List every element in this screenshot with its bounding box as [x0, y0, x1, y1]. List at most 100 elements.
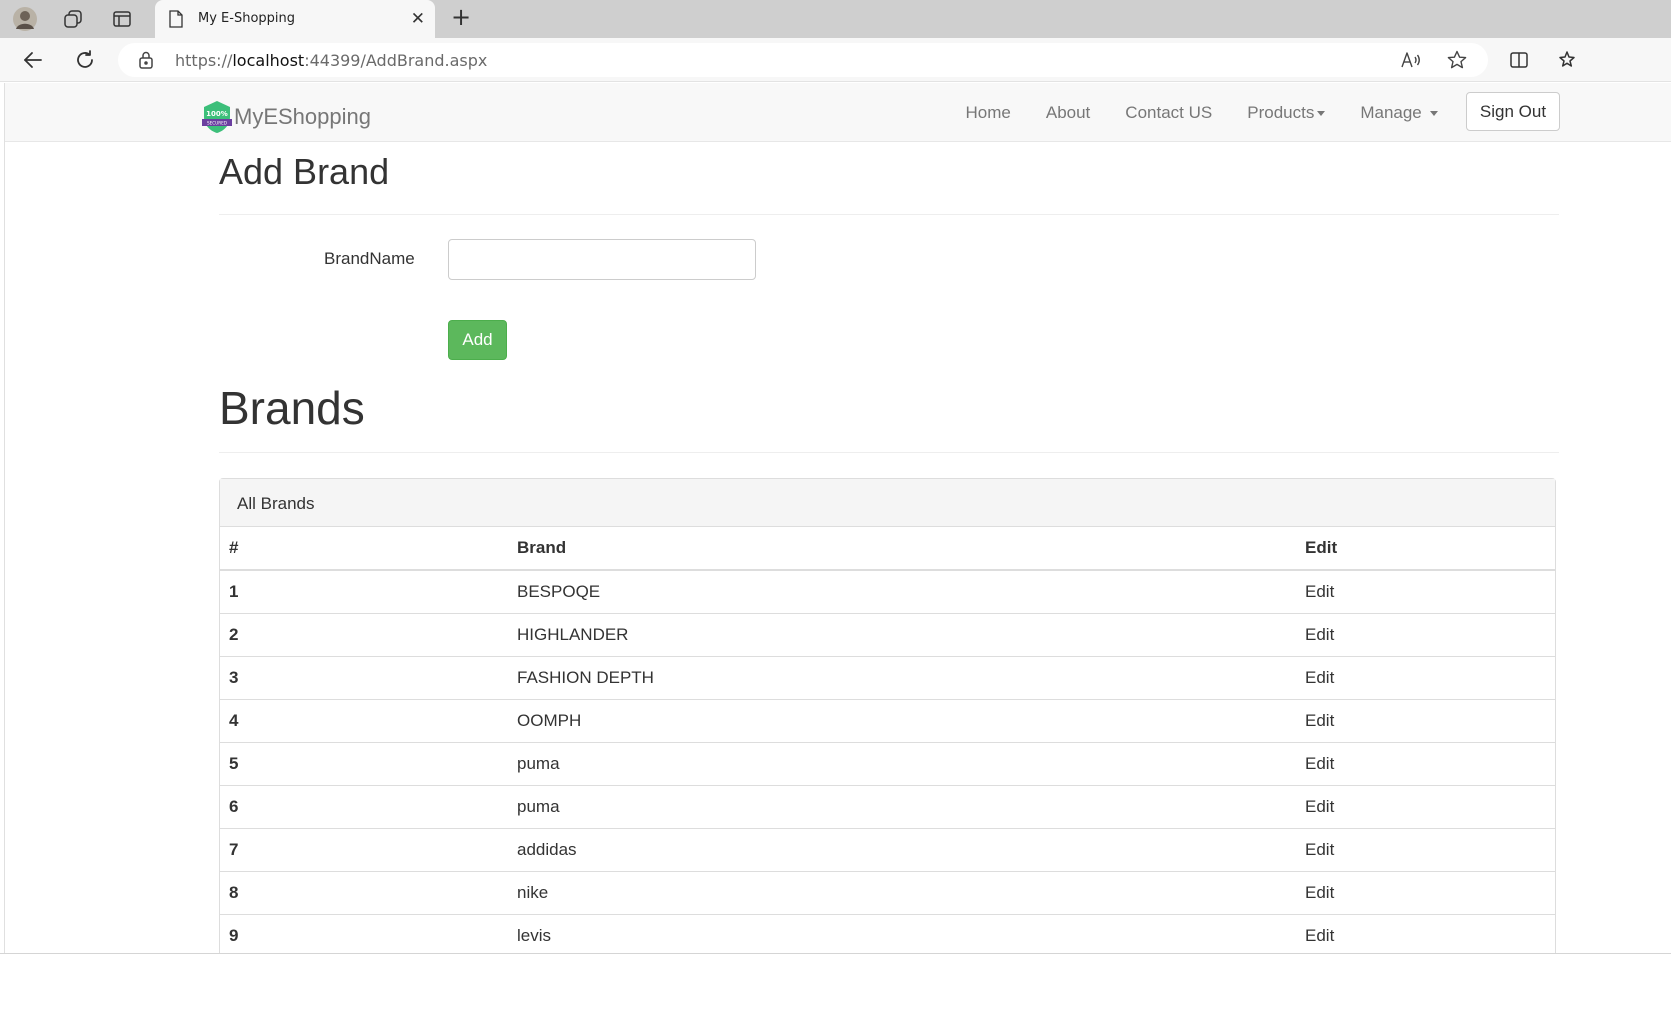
url-path: :44399/AddBrand.aspx: [304, 51, 488, 70]
row-edit-link[interactable]: Edit: [1305, 797, 1334, 816]
navbar-brand[interactable]: 100% SECURED MyEShopping: [201, 100, 371, 134]
nav-about-link[interactable]: About: [1028, 103, 1107, 123]
row-edit-link[interactable]: Edit: [1305, 926, 1334, 945]
table-row: 7 addidas Edit: [220, 827, 1555, 871]
divider: [219, 214, 1559, 215]
row-edit-link[interactable]: Edit: [1305, 711, 1334, 730]
brandname-label: BrandName: [324, 249, 415, 268]
row-edit-cell: Edit: [1296, 913, 1555, 953]
vertical-tabs-icon[interactable]: [109, 6, 135, 32]
nav-manage-label: Manage: [1360, 102, 1422, 122]
brands-panel: All Brands # Brand Edit 1 BESPOQE Edit 2 HIG…: [219, 478, 1556, 953]
column-header-brand: Brand: [508, 527, 1296, 571]
row-brand-name: puma: [508, 741, 1296, 785]
row-brand-name: HIGHLANDER: [508, 612, 1296, 656]
row-number: 8: [220, 870, 508, 914]
row-edit-cell: Edit: [1296, 741, 1555, 785]
row-brand-name: levis: [508, 913, 1296, 953]
row-edit-cell: Edit: [1296, 827, 1555, 871]
row-edit-cell: Edit: [1296, 784, 1555, 828]
table-row: 2 HIGHLANDER Edit: [220, 612, 1555, 656]
browser-tab-bar: My E-Shopping ✕ +: [0, 0, 1671, 38]
row-number: 2: [220, 612, 508, 656]
row-number: 6: [220, 784, 508, 828]
nav-manage-dropdown[interactable]: Manage: [1343, 103, 1455, 123]
row-edit-link[interactable]: Edit: [1305, 625, 1334, 644]
profile-avatar-icon[interactable]: [12, 6, 38, 32]
table-row: 4 OOMPH Edit: [220, 698, 1555, 742]
row-brand-name: OOMPH: [508, 698, 1296, 742]
row-edit-cell: Edit: [1296, 570, 1555, 613]
window-bottom-edge: [0, 953, 1671, 1021]
row-number: 4: [220, 698, 508, 742]
secured-badge-icon: 100% SECURED: [202, 101, 232, 133]
row-edit-cell: Edit: [1296, 698, 1555, 742]
column-header-number: #: [220, 527, 508, 571]
read-aloud-icon[interactable]: [1400, 49, 1422, 71]
table-header-row: # Brand Edit: [220, 527, 1555, 571]
add-brand-button[interactable]: Add: [448, 320, 507, 360]
column-header-edit: Edit: [1296, 527, 1555, 571]
row-brand-name: puma: [508, 784, 1296, 828]
nav-products-label: Products: [1247, 102, 1315, 122]
row-number: 1: [229, 581, 239, 601]
row-edit-cell: Edit: [1296, 612, 1555, 656]
nav-products-dropdown[interactable]: Products: [1230, 103, 1343, 123]
caret-down-icon: [1429, 110, 1438, 116]
row-number: 3: [220, 655, 508, 699]
site-navbar: 100% SECURED MyEShopping Home About Cont…: [5, 83, 1671, 142]
row-number: 5: [220, 741, 508, 785]
tab-title: My E-Shopping: [198, 11, 295, 26]
back-icon[interactable]: [20, 47, 46, 73]
table-row: 9 levis Edit: [220, 913, 1555, 953]
url-text: https://localhost:44399/AddBrand.aspx: [175, 51, 487, 70]
add-brand-heading: Add Brand: [219, 151, 390, 192]
badge-secured-text: SECURED: [207, 121, 227, 126]
table-row: 8 nike Edit: [220, 870, 1555, 914]
nav-home-link[interactable]: Home: [948, 103, 1028, 123]
url-field[interactable]: https://localhost:44399/AddBrand.aspx: [118, 43, 1488, 77]
row-number: 7: [220, 827, 508, 871]
panel-title: All Brands: [220, 479, 1555, 527]
row-edit-cell: Edit: [1296, 870, 1555, 914]
row-number: 9: [220, 913, 508, 953]
row-edit-link[interactable]: Edit: [1305, 840, 1334, 859]
nav-links: Home About Contact US Products Manage: [948, 83, 1455, 142]
table-row: 3 FASHION DEPTH Edit: [220, 655, 1555, 699]
page-icon: [169, 10, 183, 33]
new-tab-button[interactable]: +: [448, 5, 474, 31]
workspaces-icon[interactable]: [60, 6, 86, 32]
row-edit-link[interactable]: Edit: [1305, 883, 1334, 902]
row-edit-link[interactable]: Edit: [1305, 754, 1334, 773]
row-edit-link[interactable]: Edit: [1305, 582, 1334, 601]
brands-table-body: 1 BESPOQE Edit 2 HIGHLANDER Edit 3 FASHION DEPT…: [220, 570, 1555, 953]
divider: [219, 452, 1559, 453]
split-screen-icon[interactable]: [1506, 47, 1532, 73]
browser-tab-active[interactable]: My E-Shopping ✕: [155, 0, 435, 38]
table-row: 6 puma Edit: [220, 784, 1555, 828]
tab-close-icon[interactable]: ✕: [411, 9, 425, 29]
url-scheme: https://: [175, 51, 233, 70]
refresh-icon[interactable]: [72, 47, 98, 73]
sign-out-button[interactable]: Sign Out: [1466, 92, 1560, 131]
brands-table: # Brand Edit 1 BESPOQE Edit 2 HIGHLANDER Edit…: [220, 527, 1555, 953]
url-host: localhost: [232, 51, 305, 70]
row-edit-link[interactable]: Edit: [1305, 668, 1334, 687]
favorites-icon[interactable]: [1556, 47, 1582, 73]
table-row: 1 BESPOQE Edit: [220, 570, 1555, 613]
nav-contact-link[interactable]: Contact US: [1108, 103, 1230, 123]
browser-address-bar: https://localhost:44399/AddBrand.aspx: [0, 38, 1671, 82]
caret-down-icon: [1317, 110, 1326, 116]
favorite-star-icon[interactable]: [1446, 49, 1468, 71]
row-brand-name: addidas: [508, 827, 1296, 871]
row-brand-name: nike: [508, 870, 1296, 914]
row-brand-name: FASHION DEPTH: [508, 655, 1296, 699]
row-edit-cell: Edit: [1296, 655, 1555, 699]
page-viewport: 100% SECURED MyEShopping Home About Cont…: [4, 83, 1671, 953]
brandname-input[interactable]: [448, 239, 756, 280]
row-brand-name: BESPOQE: [517, 581, 601, 601]
lock-icon[interactable]: [138, 51, 154, 74]
brand-name: MyEShopping: [234, 104, 371, 129]
table-row: 5 puma Edit: [220, 741, 1555, 785]
brands-heading: Brands: [219, 382, 365, 434]
